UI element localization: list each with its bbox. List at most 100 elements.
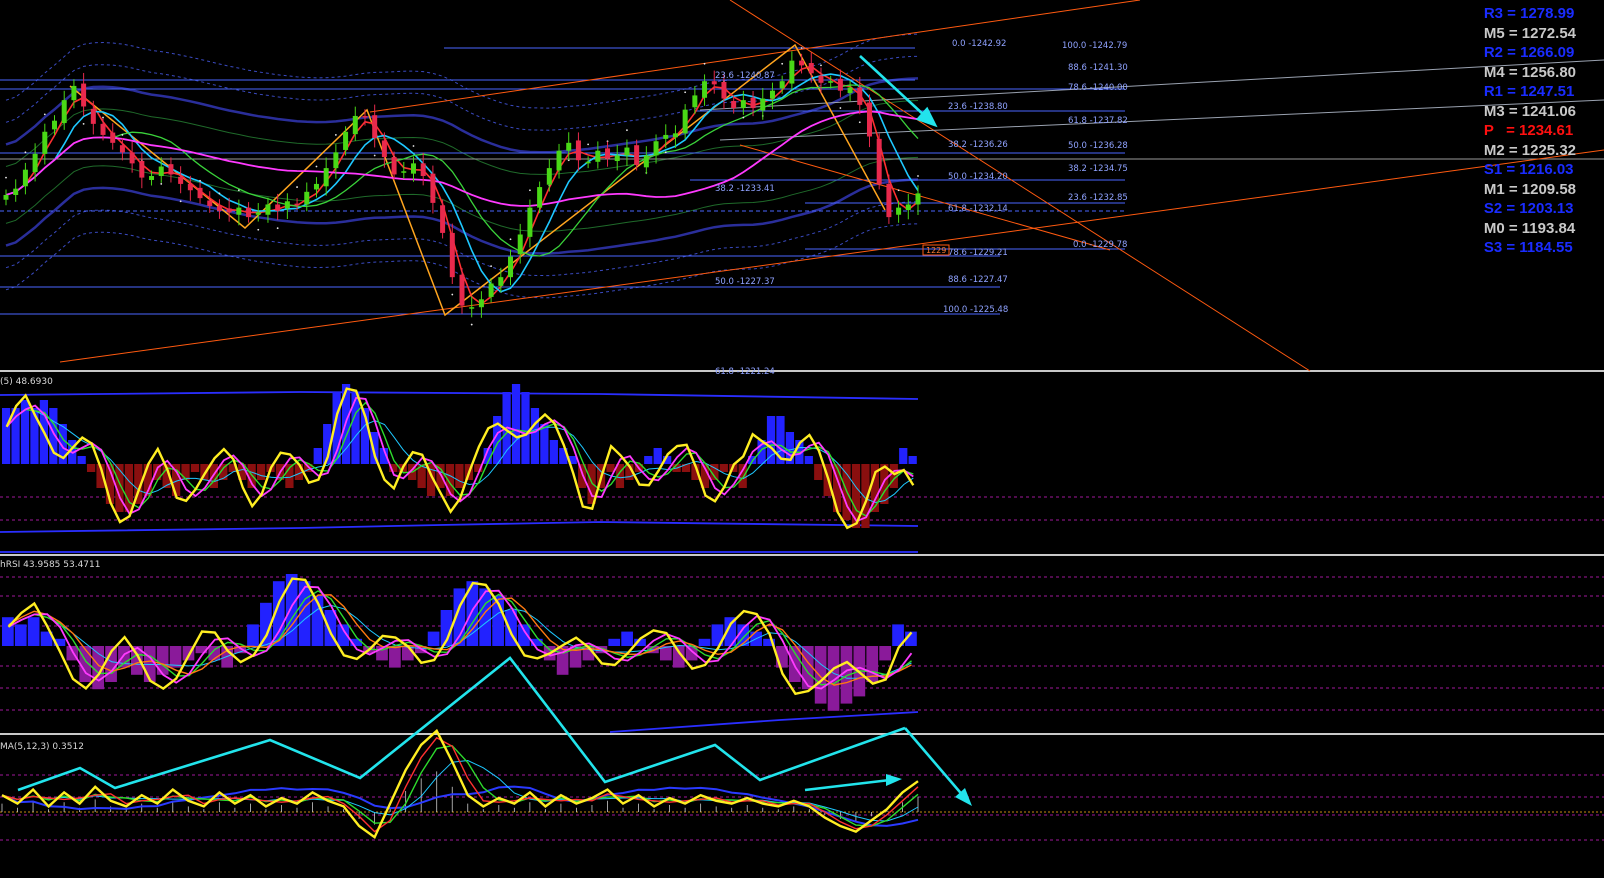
- histogram-bar: [644, 456, 653, 464]
- pane-label-osc3: MA(5,12,3) 0.3512: [0, 742, 84, 752]
- sar-dot: [160, 183, 163, 185]
- candle-body: [886, 183, 892, 218]
- candle-body: [401, 171, 407, 173]
- candle-body: [488, 283, 494, 297]
- candle-body: [449, 232, 455, 278]
- candle-body: [498, 277, 504, 286]
- pivot-m1: M1 = 1209.58: [1483, 180, 1576, 198]
- sar-dot: [237, 189, 240, 192]
- histogram-bar: [2, 408, 11, 464]
- sar-dot: [587, 143, 590, 146]
- candle-body: [207, 200, 213, 207]
- histogram-bar: [156, 646, 169, 675]
- candle-body: [585, 161, 591, 164]
- pivot-r1: R1 = 1247.51: [1483, 83, 1575, 100]
- pivot-m0: M0 = 1193.84: [1483, 219, 1576, 237]
- sar-dot: [839, 107, 842, 109]
- candle-body: [799, 60, 805, 66]
- candle-body: [313, 183, 319, 190]
- candle-body: [410, 163, 416, 174]
- histogram-bar: [86, 464, 96, 472]
- histogram-bar: [14, 624, 27, 646]
- candle-body: [575, 140, 581, 161]
- candle-body: [333, 152, 339, 169]
- candle-body: [779, 81, 785, 89]
- candle-body: [362, 115, 368, 118]
- histogram-bar: [530, 408, 540, 464]
- candle-body: [168, 164, 174, 175]
- candle-body: [508, 256, 514, 278]
- sar-dot: [257, 228, 260, 231]
- candle-body: [769, 90, 775, 99]
- candle-body: [818, 75, 824, 83]
- fib-label: 78.6 -1240.00: [1068, 83, 1128, 93]
- fib-label: 38.2 -1236.26: [948, 140, 1008, 150]
- candle-body: [32, 153, 38, 173]
- histogram-bar: [455, 464, 464, 488]
- histogram-bar: [540, 424, 549, 464]
- sar-dot: [470, 323, 473, 326]
- candle-body: [61, 100, 67, 124]
- sar-dot: [820, 64, 822, 67]
- histogram-bar: [27, 617, 40, 646]
- sar-dot: [218, 192, 221, 195]
- candle-body: [478, 299, 484, 308]
- candle-body: [857, 87, 863, 105]
- candle-body: [876, 138, 882, 184]
- sar-dot: [296, 186, 298, 188]
- sar-dot: [199, 179, 201, 182]
- candle-body: [682, 109, 688, 134]
- candle-body: [896, 207, 902, 215]
- price-tag: 1229: [922, 244, 950, 256]
- candle-body: [702, 81, 708, 98]
- candle-body: [527, 207, 533, 237]
- pivot-r2: R2 = 1266.09: [1483, 44, 1575, 61]
- chart-canvas: 0.0 -1242.92 100.0 -1242.79 88.6 -1241.3…: [0, 0, 1604, 878]
- histogram-bar: [77, 456, 86, 464]
- sar-dot: [5, 176, 7, 179]
- candle-body: [808, 63, 814, 74]
- candle-body: [605, 148, 611, 159]
- sar-dot: [43, 113, 46, 116]
- candle-body: [139, 161, 145, 178]
- candle-body: [692, 95, 698, 108]
- candle-body: [634, 145, 640, 165]
- sar-dot: [529, 189, 531, 192]
- pivot-m2: M2 = 1225.32: [1483, 141, 1576, 159]
- pivot-m5: M5 = 1272.54: [1483, 24, 1576, 42]
- fib-label: 50.0 -1234.20: [948, 172, 1008, 182]
- histogram-bar: [880, 464, 889, 504]
- fib-label: 78.6 -1229.21: [948, 248, 1008, 258]
- histogram-bar: [804, 456, 813, 464]
- candle-body: [459, 274, 465, 306]
- candle-body: [614, 155, 620, 162]
- candle-body: [721, 81, 727, 99]
- candle-body: [905, 204, 911, 210]
- fib-label: 50.0 -1227.37: [715, 277, 775, 287]
- candle-body: [226, 208, 232, 213]
- candle-body: [372, 115, 378, 139]
- sar-dot: [315, 165, 318, 168]
- candle-body: [556, 150, 562, 171]
- candle-body: [22, 169, 28, 187]
- candle-body: [643, 155, 649, 168]
- sar-dot: [121, 134, 124, 136]
- candle-body: [187, 183, 193, 191]
- candle-body: [90, 108, 96, 124]
- candle-body: [246, 207, 252, 218]
- sar-dot: [373, 154, 376, 157]
- sar-dot: [897, 189, 900, 192]
- histogram-bar: [814, 646, 827, 704]
- candle-body: [750, 97, 756, 109]
- sar-dot: [800, 47, 803, 49]
- sar-dot: [276, 227, 279, 230]
- histogram-bar: [351, 392, 360, 464]
- sar-dot: [781, 62, 784, 65]
- candle-body: [653, 141, 659, 156]
- candle-body: [343, 131, 349, 150]
- candle-body: [197, 187, 203, 199]
- candle-body: [760, 98, 766, 111]
- sar-dot: [742, 116, 745, 119]
- candle-body: [158, 166, 164, 177]
- candle-body: [566, 142, 572, 151]
